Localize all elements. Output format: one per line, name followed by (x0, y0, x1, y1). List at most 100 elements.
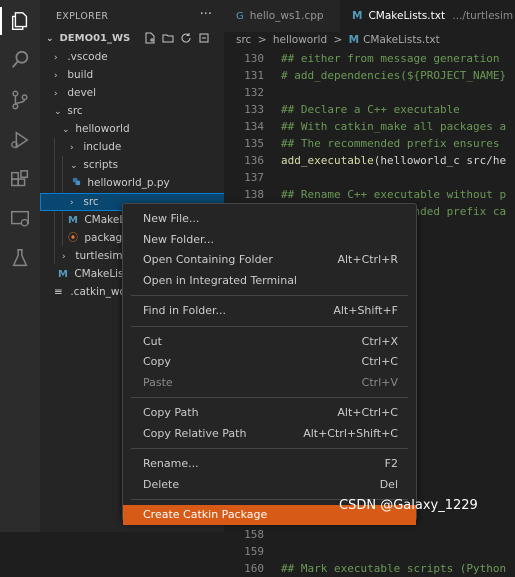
collapse-all-icon[interactable] (198, 32, 210, 44)
menu-item-cut[interactable]: Cut Ctrl+X (123, 332, 416, 352)
menu-separator (131, 325, 408, 327)
code-line: 137 (224, 169, 281, 186)
explorer-title: EXPLORER (56, 11, 109, 22)
code-text: ## Mark executable scripts (Python (281, 562, 507, 575)
chevron-right-icon: › (54, 53, 58, 63)
tab-path: .../turtlesim (452, 10, 514, 22)
menu-item-new-file[interactable]: New File... (123, 209, 416, 229)
code-text: ## The recommended prefix ensures (281, 137, 500, 150)
tree-item[interactable]: ⌄ src (40, 102, 238, 120)
line-number: 135 (244, 137, 264, 150)
tree-item-label: helloworld (75, 123, 130, 135)
chevron-right-icon: › (54, 71, 58, 81)
more-actions-icon[interactable]: ··· (200, 7, 212, 22)
run-debug-icon[interactable] (8, 128, 32, 152)
xml-icon: ⦿ (68, 233, 78, 244)
line-number: 158 (244, 528, 264, 541)
cpp-icon: G (236, 11, 244, 22)
watermark: CSDN @Galaxy_1229 (339, 498, 478, 513)
code-function: add_executable (281, 154, 374, 167)
tab-bar: Ghello_ws1.cpp M CMakeLists.txt .../turtl… (224, 0, 515, 32)
menu-item-shortcut: Ctrl+X (361, 334, 398, 348)
explorer-toolbar (144, 32, 210, 44)
remote-explorer-icon[interactable] (8, 207, 32, 231)
tree-item[interactable]: › devel (40, 84, 238, 102)
menu-item-open-containing-folder[interactable]: Open Containing Folder Alt+Ctrl+R (123, 250, 416, 270)
refresh-icon[interactable] (180, 32, 192, 44)
new-file-icon[interactable] (144, 32, 156, 44)
breadcrumb: src > helloworld > M CMakeLists.txt (236, 34, 440, 46)
code-line: 130 ## either from message generation (224, 50, 500, 67)
menu-item-shortcut: Ctrl+V (361, 375, 398, 389)
tree-item-label: src (67, 105, 83, 117)
tree-item[interactable]: › build (40, 66, 238, 84)
line-number: 138 (244, 188, 264, 201)
menu-item-open-in-integrated-terminal[interactable]: Open in Integrated Terminal (123, 271, 416, 291)
tree-item-label: CMakeList (74, 268, 128, 280)
line-number: 133 (244, 103, 264, 116)
code-line: 138 ## Rename C++ executable without p (224, 186, 506, 203)
tab-label: CMakeLists.txt (368, 10, 446, 22)
menu-item-shortcut: F2 (384, 457, 398, 470)
breadcrumb-item[interactable]: helloworld (273, 34, 327, 46)
explorer-icon[interactable] (8, 9, 32, 33)
menu-item-label: New File... (143, 212, 200, 225)
tree-item[interactable]: › .vscode (40, 48, 238, 66)
menu-item-new-folder[interactable]: New Folder... (123, 230, 416, 250)
breadcrumb-sep: > (257, 34, 267, 46)
cmake-icon: M (352, 10, 363, 22)
extensions-icon[interactable] (8, 168, 32, 192)
code-line: 160 ## Mark executable scripts (Python (224, 560, 506, 577)
tree-item-label: turtlesim (75, 250, 123, 262)
tree-item-label: scripts (83, 159, 119, 171)
menu-item-shortcut: Alt+Ctrl+R (337, 253, 398, 266)
line-number: 159 (244, 545, 264, 558)
breadcrumb-item[interactable]: CMakeLists.txt (363, 34, 440, 46)
line-number: 132 (244, 86, 264, 99)
code-line: 158 (224, 526, 281, 543)
menu-item-shortcut: Ctrl+C (361, 355, 398, 368)
menu-item-copy-relative-path[interactable]: Copy Relative Path Alt+Ctrl+Shift+C (123, 424, 416, 444)
menu-item-shortcut: Alt+Ctrl+C (337, 406, 398, 419)
code-line: 133 ## Declare a C++ executable (224, 101, 460, 118)
line-number: 136 (244, 154, 264, 167)
active-indicator (0, 7, 2, 35)
menu-item-paste[interactable]: Paste Ctrl+V (123, 373, 416, 393)
tree-item-label: devel (67, 87, 97, 99)
menu-item-copy-path[interactable]: Copy Path Alt+Ctrl+C (123, 403, 416, 423)
tree-item[interactable]: ⌄ scripts (40, 156, 254, 174)
code-text: ## either from message generation (281, 52, 500, 65)
activity-bar (0, 0, 40, 532)
menu-item-delete[interactable]: Delete Del (123, 475, 416, 495)
chevron-down-icon: ⌄ (70, 161, 78, 171)
menu-item-copy[interactable]: Copy Ctrl+C (123, 352, 416, 372)
breadcrumb-sep: > (333, 34, 343, 46)
tree-item[interactable]: ⌄ helloworld (40, 120, 246, 138)
menu-separator (131, 448, 408, 449)
new-folder-icon[interactable] (162, 32, 174, 44)
code-line: 131 # add_dependencies(${PROJECT_NAME} (224, 67, 506, 84)
menu-item-label: Create Catkin Package (143, 508, 268, 521)
search-icon[interactable] (8, 48, 32, 72)
code-line: 134 ## With catkin_make all packages a (224, 118, 506, 135)
menu-item-label: Copy (143, 355, 171, 368)
line-number: 137 (244, 171, 264, 184)
cmake-icon: M (68, 215, 78, 226)
chevron-right-icon: › (54, 89, 58, 99)
testing-icon[interactable] (8, 246, 32, 270)
source-control-icon[interactable] (8, 88, 32, 112)
menu-item-find-in-folder[interactable]: Find in Folder... Alt+Shift+F (123, 301, 416, 321)
line-number: 134 (244, 120, 264, 133)
menu-item-rename[interactable]: Rename... F2 (123, 454, 416, 474)
breadcrumb-item[interactable]: src (236, 34, 251, 46)
tree-item[interactable]: › include (40, 138, 254, 156)
cmake-icon: M (348, 34, 360, 46)
tab-hello-ws1[interactable]: Ghello_ws1.cpp (224, 0, 336, 32)
menu-separator (131, 397, 408, 398)
chevron-down-icon: ⌄ (54, 107, 62, 117)
line-number: 130 (244, 52, 264, 65)
menu-item-label: Paste (143, 375, 173, 389)
chevron-down-icon: ⌄ (62, 125, 70, 135)
tab-cmakelists[interactable]: M CMakeLists.txt .../turtlesim (340, 0, 515, 32)
menu-separator (131, 295, 408, 296)
